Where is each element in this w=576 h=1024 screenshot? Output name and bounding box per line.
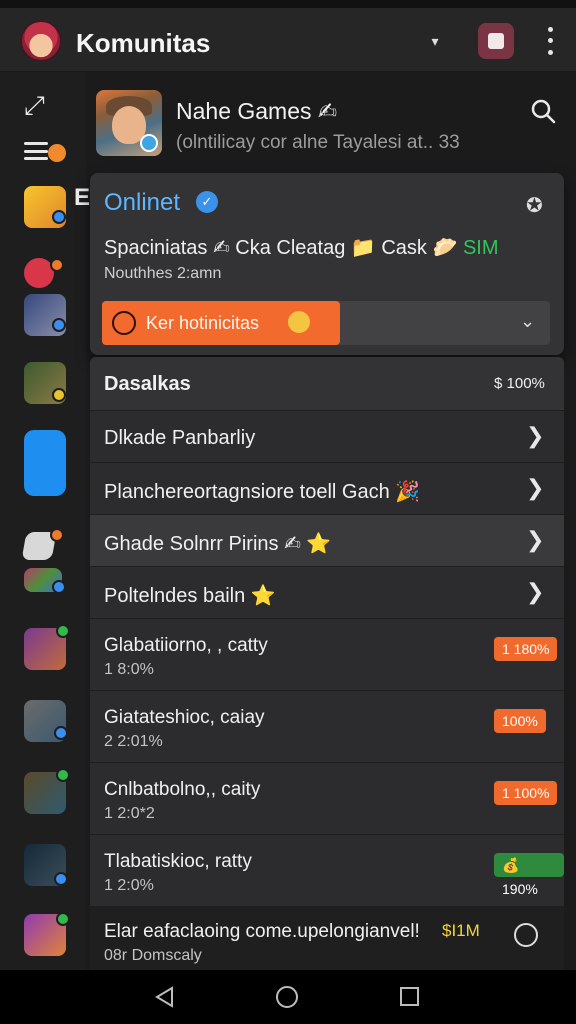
chevron-right-icon: ❯ [526,579,545,604]
list-item-label: Dlkade Panbarliy [104,427,256,449]
stat-sub: 2 2:01% [104,733,163,750]
card-line: Spaciniatas ✍ Cka Cleatag 📁 Cask 🥟 SIM [104,237,499,259]
chevron-down-icon[interactable]: ▾ [424,30,446,52]
more-vertical-icon[interactable] [538,24,562,58]
smile-icon [288,311,310,333]
badge-icon [56,624,70,638]
settings-list: Dasalkas $ 100% Dlkade Panbarliy ❯ Planc… [90,357,564,970]
list-item-label: Ghade Solnrr Pirins ✍ ⭐ [104,533,332,555]
list-item[interactable]: Ghade Solnrr Pirins ✍ ⭐ ❯ [90,515,564,567]
system-nav-bar [0,970,576,1024]
menu-icon[interactable] [24,142,48,160]
list-item[interactable]: Poltelndes bailn ⭐ ❯ [90,567,564,619]
stat-badge: 1 100% [494,781,558,805]
community-badge-icon[interactable] [478,23,514,59]
game-app-icon[interactable] [24,430,66,496]
badge-icon [50,258,64,272]
list-item-sub: 08r Domscaly [104,947,202,964]
chevron-right-icon: ❯ [526,527,545,552]
stat-sub: 1 2:0% [104,877,154,894]
chevron-right-icon: ❯ [526,475,545,500]
list-item[interactable]: Planchereortagnsiore toell Gach 🎉 ❯ [90,463,564,515]
online-card: Onlinet ✓ ✪ Spaciniatas ✍ Cka Cleatag 📁 … [90,173,564,355]
badge-icon [50,528,64,542]
stat-label: Giatateshioc, caiay [104,707,265,728]
status-bar [0,0,576,8]
list-header-title: Dasalkas [104,373,191,395]
stat-badge: 100% [494,709,546,733]
chevron-down-icon[interactable]: ⌄ [520,311,535,332]
list-item-label: Planchereortagnsiore toell Gach 🎉 [104,481,421,503]
more-circle-icon[interactable] [514,923,538,947]
app-bar: Komunitas ▾ [0,8,576,72]
list-item-label: Poltelndes bailn ⭐ [104,585,276,607]
stat-label: Glabatiiorno, , catty [104,635,268,656]
list-item-tag: $I1M [442,921,480,940]
pin-icon[interactable]: ✪ [526,193,543,218]
card-highlight: SIM [462,237,499,259]
stat-sub: 1 2:0*2 [104,805,155,822]
verified-icon: ✓ [196,191,218,213]
dropdown-button[interactable]: Ker hotinicitas [102,301,340,345]
home-icon[interactable] [276,986,298,1008]
badge-icon [54,726,68,740]
badge-icon [56,768,70,782]
game-title: Nahe Games ✍ [176,98,338,124]
sidebar-letter: E [74,184,91,211]
avatar-icon[interactable] [20,20,62,62]
stat-badge: 💰 190% [494,853,564,897]
recents-icon[interactable] [400,987,419,1006]
list-header: Dasalkas $ 100% [90,357,564,411]
card-subline: Nouthhes 2:amn [104,265,222,282]
stat-row[interactable]: Giatateshioc, caiay 2 2:01% 100% [90,691,564,763]
stat-sub: 1 8:0% [104,661,154,678]
badge-icon [52,318,66,332]
badge-icon [52,580,66,594]
back-icon[interactable] [154,986,176,1008]
chevron-right-icon: ❯ [526,423,545,448]
game-subtitle: (olntilicay cor alne Tayalesi at.. 33 [176,132,460,153]
stat-label: Tlabatiskioc, ratty [104,851,252,872]
expand-icon[interactable]: ⤢ [24,90,45,122]
dropdown-label: Ker hotinicitas [146,313,260,333]
notification-dot [48,144,66,162]
badge-icon [54,872,68,886]
stat-badge: 1 180% [494,637,558,661]
emoji-icon [112,311,136,335]
list-item[interactable]: Dlkade Panbarliy ❯ [90,411,564,463]
badge-icon [52,210,66,224]
page-title: Komunitas [76,28,211,58]
stat-row[interactable]: Glabatiiorno, , catty 1 8:0% 1 180% [90,619,564,691]
search-icon[interactable] [530,98,556,124]
game-thumbnail[interactable] [96,90,162,156]
list-header-value: $ 100% [494,375,545,392]
stat-row[interactable]: Cnlbatbolno,, caity 1 2:0*2 1 100% [90,763,564,835]
sidebar: ⤢ E [0,72,90,970]
stat-label: Cnlbatbolno,, caity [104,779,261,800]
card-title: Onlinet [104,189,181,216]
list-item[interactable]: Elar eafaclaoing come.upelongianvel! $I1… [90,907,564,970]
list-item-label: Elar eafaclaoing come.upelongianvel! [104,921,420,942]
badge-icon [56,912,70,926]
badge-icon [52,388,66,402]
stat-row[interactable]: Tlabatiskioc, ratty 1 2:0% 💰 190% [90,835,564,907]
card-dropdown[interactable]: Ker hotinicitas ⌄ [102,301,550,345]
